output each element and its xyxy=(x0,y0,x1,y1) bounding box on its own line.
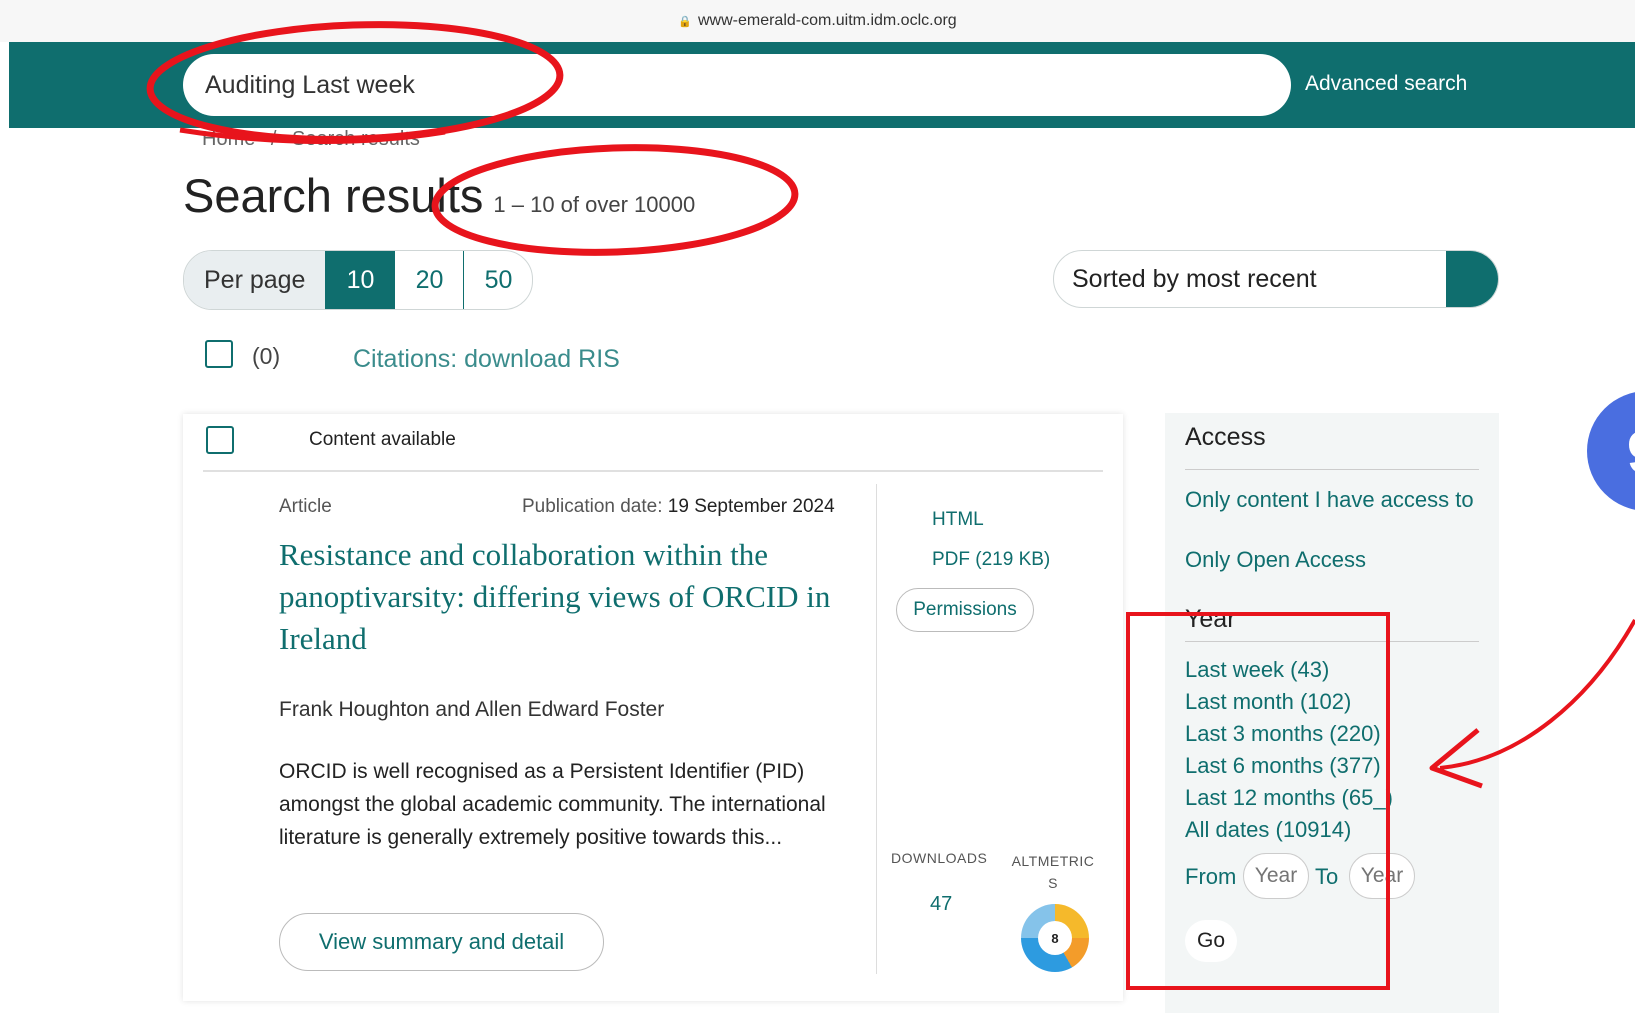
search-input[interactable] xyxy=(183,54,1291,116)
breadcrumb-current: Search results xyxy=(292,128,420,150)
url-text: www-emerald-com.uitm.idm.oclc.org xyxy=(697,12,957,29)
filter-access-mine[interactable]: Only content I have access to xyxy=(1185,483,1479,516)
altmetric-score: 8 xyxy=(1038,921,1072,955)
publication-date-label: Publication date: xyxy=(522,496,663,517)
from-year-input[interactable] xyxy=(1243,853,1309,899)
year-heading: Year xyxy=(1185,605,1236,633)
filter-year-last-3-months[interactable]: Last 3 months (220) xyxy=(1185,721,1381,747)
page-title-text: Search results xyxy=(183,169,484,222)
html-link[interactable]: HTML xyxy=(932,509,984,531)
publication-date: Publication date: 19 September 2024 xyxy=(522,496,835,518)
result-count: 1 – 10 of over 10000 xyxy=(493,192,696,217)
page-title: Search results 1 – 10 of over 10000 xyxy=(183,168,695,223)
selected-count: (0) xyxy=(252,343,281,369)
to-label: To xyxy=(1315,864,1339,889)
filter-sidebar: Access Only content I have access to Onl… xyxy=(1165,413,1499,1013)
year-rule xyxy=(1185,641,1479,642)
access-rule xyxy=(1185,469,1479,470)
to-year-input[interactable] xyxy=(1349,853,1415,899)
filter-year-last-month[interactable]: Last month (102) xyxy=(1185,689,1351,715)
article-authors: Frank Houghton and Allen Edward Foster xyxy=(279,698,665,721)
content-available-checkbox[interactable] xyxy=(206,426,234,454)
step-badge: 9 xyxy=(1587,391,1635,511)
result-card: Content available Article Publication da… xyxy=(183,414,1123,1001)
sort-select[interactable]: Sorted by most recent xyxy=(1053,250,1499,308)
altmetric-donut[interactable]: 8 xyxy=(1021,904,1089,972)
filter-year-last-6-months[interactable]: Last 6 months (377) xyxy=(1185,753,1381,779)
filter-year-last-week[interactable]: Last week (43) xyxy=(1185,657,1329,683)
card-vertical-divider xyxy=(876,484,877,974)
downloads-count: 47 xyxy=(930,893,953,915)
card-divider xyxy=(203,470,1103,472)
breadcrumb: Home / Search results xyxy=(202,128,430,151)
step-badge-number: 9 xyxy=(1627,419,1635,486)
article-abstract: ORCID is well recognised as a Persistent… xyxy=(279,760,826,849)
per-page-label: Per page xyxy=(184,251,326,309)
downloads-label: DOWNLOADS xyxy=(891,850,988,866)
go-button[interactable]: Go xyxy=(1185,920,1237,962)
content-available-label: Content available xyxy=(309,429,456,450)
per-page-control: Per page 10 20 50 xyxy=(183,250,534,310)
view-summary-button[interactable]: View summary and detail xyxy=(279,913,604,971)
filter-open-access[interactable]: Only Open Access xyxy=(1185,547,1366,573)
filter-year-last-12-months[interactable]: Last 12 months (65_) xyxy=(1185,785,1393,811)
altmetrics-label: ALTMETRICS xyxy=(1011,853,1095,891)
per-page-option-50[interactable]: 50 xyxy=(463,251,532,309)
permissions-button[interactable]: Permissions xyxy=(896,588,1034,632)
access-heading: Access xyxy=(1185,423,1266,451)
publication-date-value: 19 September 2024 xyxy=(667,496,835,517)
browser-url-bar[interactable]: 🔒 www-emerald-com.uitm.idm.oclc.org xyxy=(0,0,1635,42)
from-label: From xyxy=(1185,864,1237,889)
pdf-link[interactable]: PDF (219 KB) xyxy=(932,549,1050,571)
article-title[interactable]: Resistance and collaboration within the … xyxy=(279,534,839,660)
filter-year-all-dates[interactable]: All dates (10914) xyxy=(1185,817,1351,843)
breadcrumb-separator: / xyxy=(270,128,277,150)
sort-dropdown-button[interactable] xyxy=(1446,251,1498,307)
advanced-search-link[interactable]: Advanced search xyxy=(1305,72,1467,96)
per-page-option-10[interactable]: 10 xyxy=(325,251,395,309)
citations-download-link[interactable]: Citations: download RIS xyxy=(353,345,620,374)
sort-select-value: Sorted by most recent xyxy=(1072,265,1317,293)
breadcrumb-home[interactable]: Home xyxy=(202,128,255,150)
select-all-checkbox[interactable] xyxy=(205,340,233,368)
lock-icon: 🔒 xyxy=(678,15,692,28)
per-page-option-20[interactable]: 20 xyxy=(394,251,463,309)
article-type: Article xyxy=(279,496,332,517)
